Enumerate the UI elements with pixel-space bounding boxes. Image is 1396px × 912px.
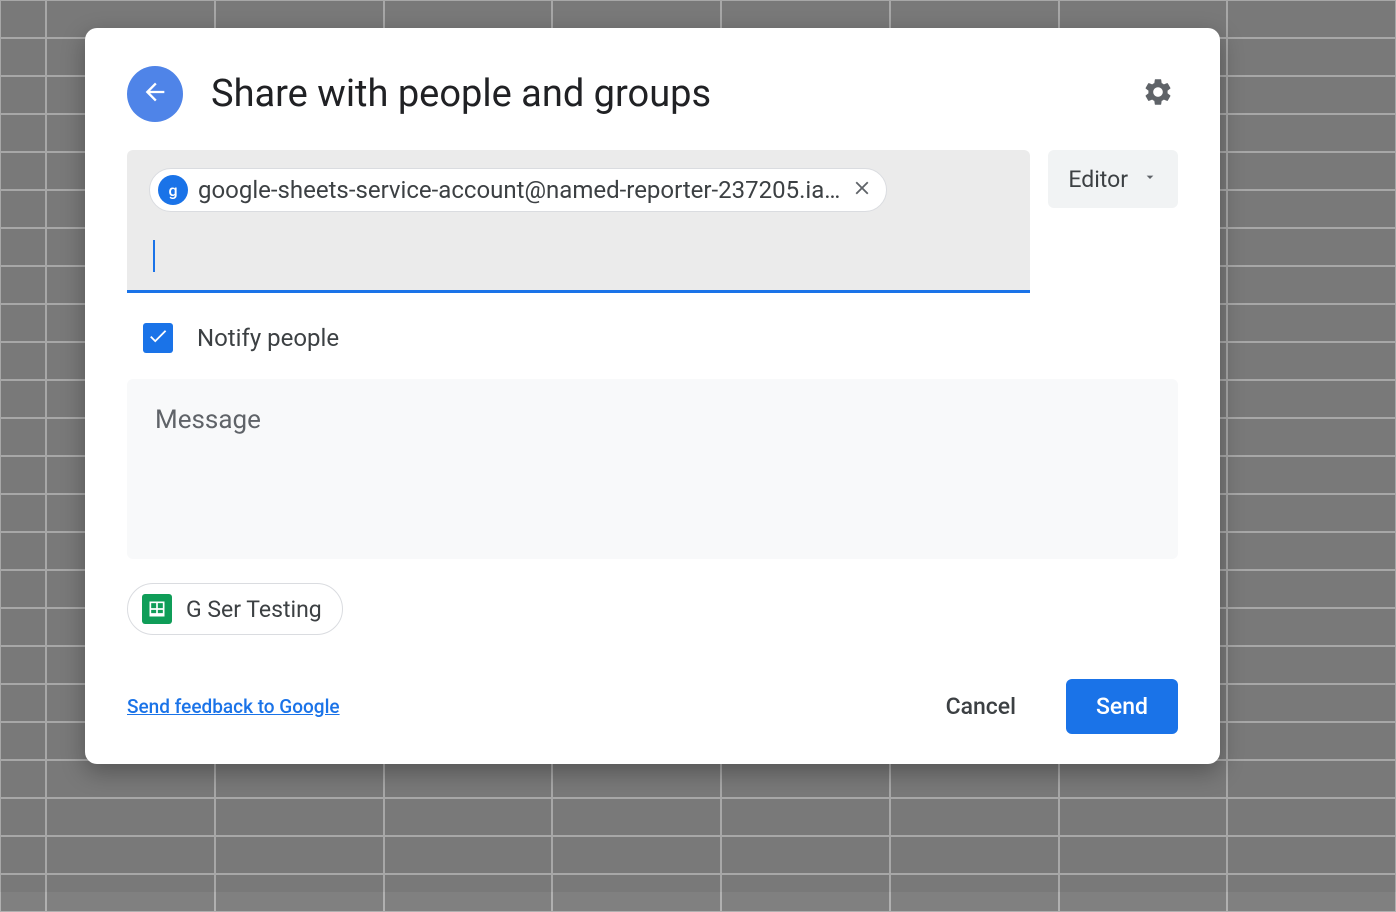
send-button[interactable]: Send — [1066, 679, 1178, 734]
chip-avatar: g — [158, 175, 188, 205]
message-placeholder: Message — [155, 405, 261, 435]
notify-label: Notify people — [197, 324, 339, 352]
file-name: G Ser Testing — [186, 596, 322, 623]
chip-email: google-sheets-service-account@named-repo… — [198, 176, 840, 204]
text-cursor — [153, 240, 155, 272]
gear-icon — [1142, 76, 1174, 112]
share-dialog: Share with people and groups g google-sh… — [85, 28, 1220, 764]
chip-remove-button[interactable] — [850, 178, 874, 202]
cancel-button[interactable]: Cancel — [916, 679, 1046, 734]
role-selected-label: Editor — [1068, 166, 1128, 193]
check-icon — [147, 325, 169, 351]
notify-checkbox[interactable] — [143, 323, 173, 353]
notify-row: Notify people — [127, 315, 1178, 361]
sheets-icon — [142, 594, 172, 624]
caret-down-icon — [1142, 169, 1158, 189]
back-button[interactable] — [127, 66, 183, 122]
dialog-footer: Send feedback to Google Cancel Send — [127, 679, 1178, 734]
dialog-header: Share with people and groups — [127, 66, 1178, 122]
person-chip: g google-sheets-service-account@named-re… — [149, 168, 887, 212]
feedback-link[interactable]: Send feedback to Google — [127, 695, 340, 718]
arrow-left-icon — [141, 78, 169, 110]
people-input[interactable]: g google-sheets-service-account@named-re… — [127, 150, 1030, 293]
dialog-title: Share with people and groups — [211, 72, 1138, 116]
role-dropdown[interactable]: Editor — [1048, 150, 1178, 208]
settings-button[interactable] — [1138, 74, 1178, 114]
file-chip: G Ser Testing — [127, 583, 343, 635]
close-icon — [851, 177, 873, 203]
input-row: g google-sheets-service-account@named-re… — [127, 150, 1178, 293]
message-input[interactable]: Message — [127, 379, 1178, 559]
